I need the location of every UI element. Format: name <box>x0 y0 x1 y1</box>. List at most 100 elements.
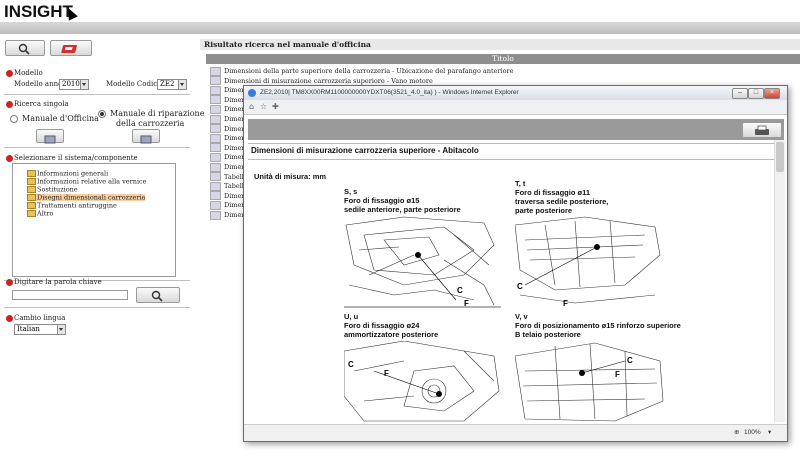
table-row[interactable]: Dimensioni della parte superiore della c… <box>210 66 800 76</box>
document-icon <box>210 76 221 86</box>
section-bullet-icon <box>6 155 13 162</box>
maximize-button[interactable]: □ <box>748 88 764 99</box>
caption-line: S, s <box>344 187 358 196</box>
caption-line: Foro di fissaggio ø15 <box>344 196 420 205</box>
favorites-star-icon[interactable]: ☆ <box>260 102 267 111</box>
row-title: Tabell <box>224 172 244 181</box>
radio-body-repair-manual-label-1: Manuale di riparazione <box>110 109 205 118</box>
c-label: C <box>457 286 463 295</box>
minimize-button[interactable]: – <box>732 88 748 99</box>
chevron-down-icon[interactable]: ▾ <box>768 428 771 436</box>
popup-toolbar <box>248 119 784 140</box>
f-label: F <box>563 299 568 308</box>
model-year-value: 2010 <box>62 80 80 88</box>
figure-s-drawing: C F <box>344 215 501 308</box>
keyword-section-title: Digitare la parola chiave <box>14 278 102 286</box>
figure-u-drawing: C F <box>344 341 501 422</box>
popup-status-bar: ⊕ 100% ▾ <box>244 424 787 441</box>
row-title: Tabell <box>224 182 244 191</box>
chevron-down-icon <box>178 80 186 89</box>
document-icon <box>210 210 221 220</box>
caption-line: B telaio posteriore <box>515 330 581 339</box>
book-icon <box>140 135 152 144</box>
column-header-title[interactable]: Titolo <box>206 54 800 64</box>
model-code-label: Modello Codice <box>106 80 162 88</box>
divider <box>248 143 774 144</box>
home-icon[interactable]: ⌂ <box>249 102 254 111</box>
tree-item[interactable]: Sostituzione <box>27 186 78 193</box>
body-repair-book-button[interactable] <box>132 129 160 144</box>
document-icon <box>210 181 221 191</box>
close-button[interactable]: × <box>764 88 780 99</box>
model-year-label: Modello anno <box>14 80 63 88</box>
section-bullet-icon <box>6 70 13 77</box>
folder-icon <box>27 178 36 185</box>
scrollbar-thumb[interactable] <box>776 142 784 172</box>
keyword-input[interactable] <box>12 290 128 300</box>
search-button[interactable] <box>5 40 45 56</box>
search-section-title: Ricerca singola <box>14 100 69 108</box>
divider <box>4 147 190 148</box>
f-label: F <box>384 369 389 378</box>
results-header: Risultato ricerca nel manuale d'officina <box>200 39 800 50</box>
tree-item-label: Sostituzione <box>37 185 78 194</box>
page-title: Dimensioni di misurazione carrozzeria su… <box>251 146 479 155</box>
figure-v-drawing: C F <box>515 341 665 422</box>
system-section-title: Selezionare il sistema/componente <box>14 154 138 162</box>
row-title: Dimensioni della parte superiore della c… <box>224 67 514 75</box>
document-icon <box>210 133 221 143</box>
radio-workshop-manual-label: Manuale d'Officina <box>22 114 99 123</box>
add-favorite-icon[interactable]: ✚ <box>272 102 279 111</box>
tree-item[interactable]: Trattamenti antiruggine <box>27 202 117 209</box>
popup-scrollbar[interactable] <box>774 140 785 422</box>
model-code-select[interactable]: ZE2 <box>157 79 187 90</box>
model-code-value: ZE2 <box>160 80 175 88</box>
popup-nav-bar: ⌂ ☆ ✚ <box>244 100 787 115</box>
divider <box>248 159 774 160</box>
figure-s-caption: S, s Foro di fissaggio ø15 sedile anteri… <box>344 187 461 214</box>
keyword-search-button[interactable] <box>136 287 180 303</box>
language-select[interactable]: Italian <box>14 324 66 335</box>
radio-body-repair-manual[interactable] <box>98 110 106 118</box>
f-label: F <box>615 370 620 379</box>
radio-workshop-manual[interactable] <box>10 115 18 123</box>
tree-item-label: Informazioni relative alla vernice <box>37 177 147 186</box>
model-section-title: Modello <box>14 69 43 77</box>
document-icon <box>210 104 221 114</box>
caption-line: sedile anteriore, parte posteriore <box>344 205 461 214</box>
system-tree[interactable]: Informazioni generali Informazioni relat… <box>12 163 176 277</box>
magnifier-icon <box>151 290 163 302</box>
popup-window-title: ZE2,2010| TM8XX00RM1100000000YDXT06(3521… <box>260 89 519 96</box>
magnifier-icon <box>18 43 30 55</box>
tree-item[interactable]: Informazioni relative alla vernice <box>27 178 147 185</box>
tree-item[interactable]: Altro <box>27 210 53 217</box>
workshop-manual-book-button[interactable] <box>36 129 64 144</box>
document-icon <box>210 162 221 172</box>
clear-button[interactable] <box>50 40 92 56</box>
model-year-select[interactable]: 2010 <box>59 79 89 90</box>
figure-t-drawing: C F <box>515 215 661 308</box>
app-logo: INSIGHT <box>4 2 73 21</box>
print-button[interactable] <box>742 122 782 138</box>
radio-body-repair-manual-label-2: della carrozzeria <box>116 119 185 128</box>
zoom-level[interactable]: 100% <box>744 429 761 436</box>
folder-icon <box>27 194 36 201</box>
caption-line: Foro di fissaggio ø11 <box>515 188 591 197</box>
ie-popup-window: ZE2,2010| TM8XX00RM1100000000YDXT06(3521… <box>243 85 788 442</box>
tree-item[interactable]: Informazioni generali <box>27 170 108 177</box>
chevron-down-icon <box>57 325 65 334</box>
tree-item-selected[interactable]: Disegni dimensionali carrozzeria <box>27 194 146 201</box>
divider <box>4 307 190 308</box>
top-bar <box>0 22 800 34</box>
caption-line: T, t <box>515 179 526 188</box>
zoom-icon: ⊕ <box>734 428 740 436</box>
document-icon <box>210 152 221 162</box>
book-icon <box>44 135 56 144</box>
section-bullet-icon <box>6 315 13 322</box>
document-icon <box>210 143 221 153</box>
section-bullet-icon <box>6 101 13 108</box>
folder-icon <box>27 186 36 193</box>
document-icon <box>210 95 221 105</box>
document-icon <box>210 172 221 182</box>
caption-line: traversa sedile posteriore, <box>515 197 609 206</box>
